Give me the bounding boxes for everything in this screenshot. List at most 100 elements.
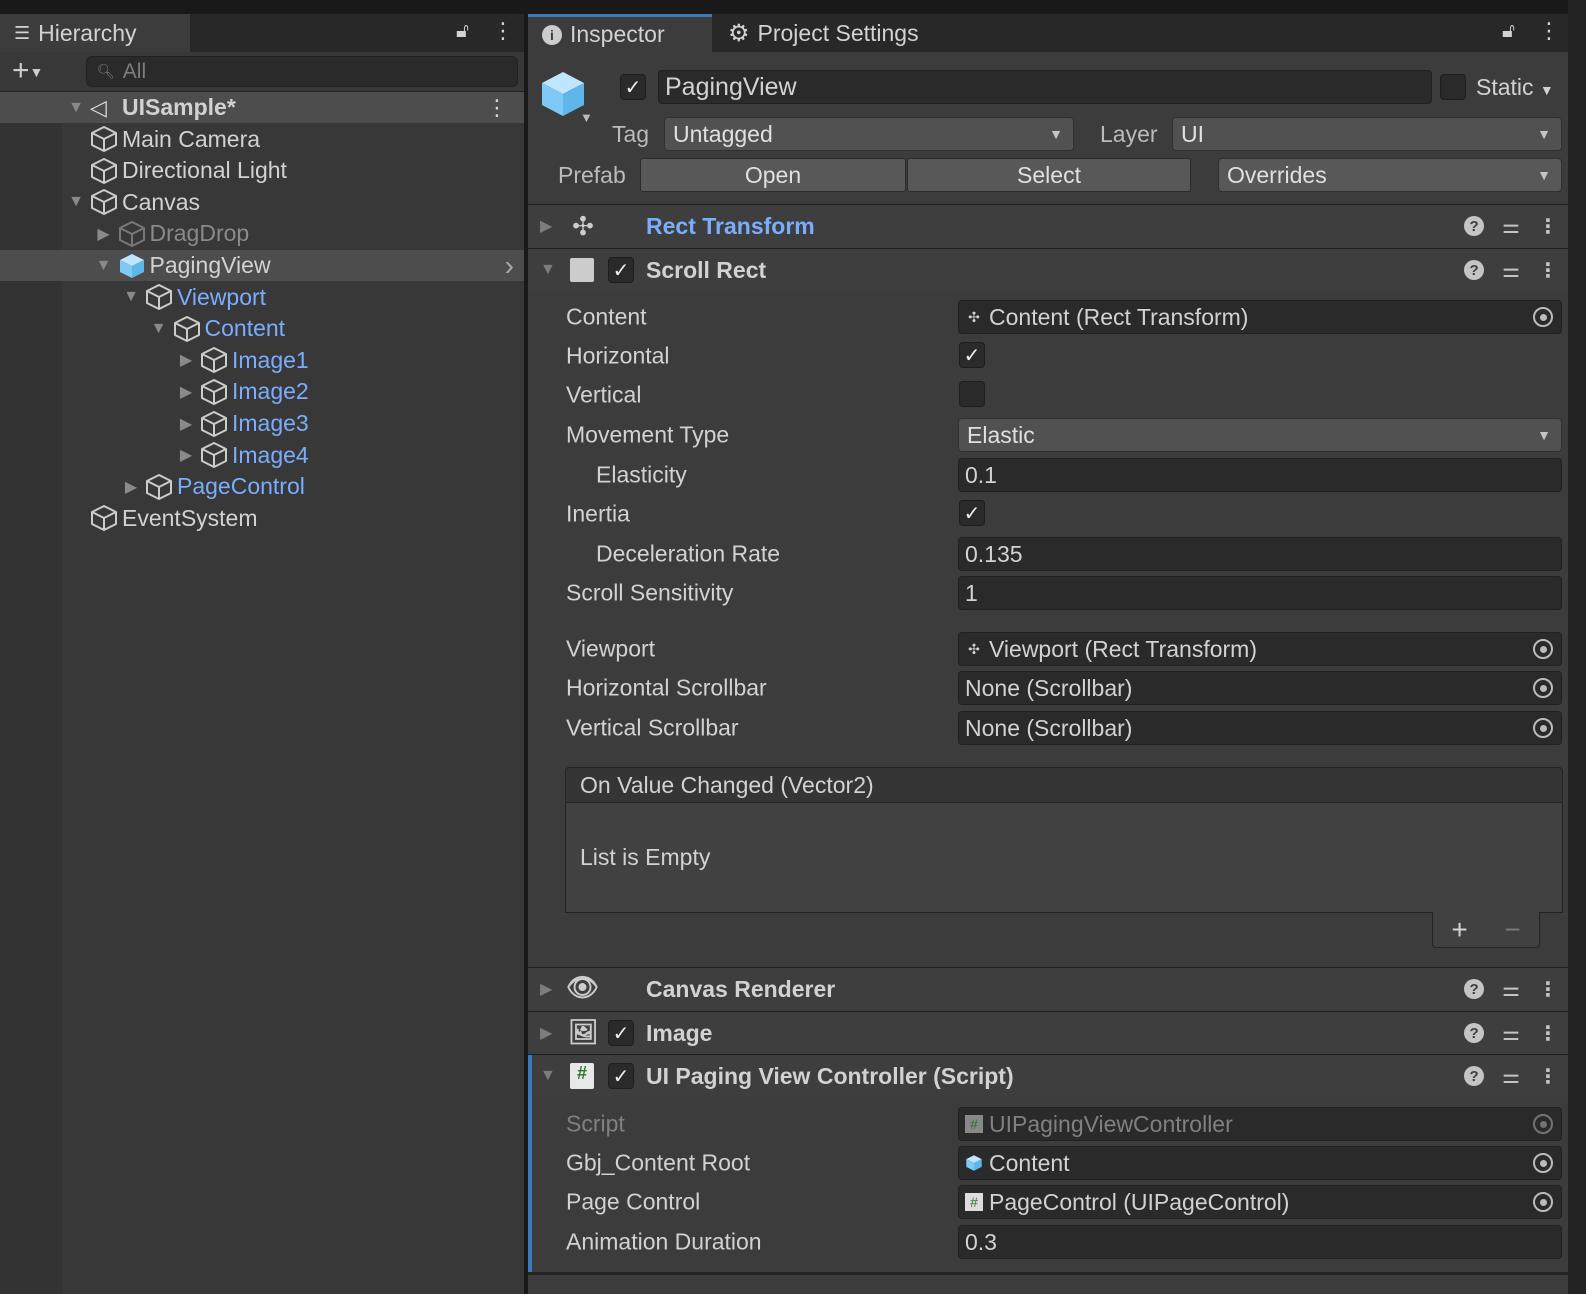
hierarchy-item[interactable]: EventSystem	[0, 503, 524, 534]
hierarchy-search-input[interactable]: 🔍︎ All	[86, 56, 518, 87]
object-name-input[interactable]: PagingView	[658, 70, 1432, 104]
help-icon[interactable]: ?	[1464, 1023, 1485, 1043]
hierarchy-item[interactable]: ▼ Content	[0, 313, 524, 344]
collapse-arrow-icon[interactable]: ▼	[66, 193, 86, 211]
layer-dropdown[interactable]: UI ▼	[1172, 117, 1562, 151]
help-icon[interactable]: ?	[1464, 979, 1485, 999]
hierarchy-item[interactable]: ▼ ◁ UISample* ⋮	[0, 92, 524, 123]
component-paging-view-controller[interactable]: ▼ # ✓ UI Paging View Controller (Script)…	[528, 1054, 1568, 1097]
expand-arrow-icon[interactable]: ▶	[176, 382, 196, 402]
expand-arrow-icon[interactable]: ▶	[94, 224, 114, 244]
help-icon[interactable]: ?	[1464, 1066, 1485, 1086]
enabled-checkbox[interactable]: ✓	[608, 1020, 634, 1046]
collapse-arrow-icon[interactable]: ▼	[540, 261, 556, 279]
movement-type-dropdown[interactable]: Elastic ▼	[958, 418, 1562, 452]
help-icon[interactable]: ?	[1464, 216, 1485, 236]
scroll-sensitivity-input[interactable]: 1	[958, 576, 1562, 610]
hierarchy-item[interactable]: ▶ Image4	[0, 440, 524, 471]
prefab-overrides-dropdown[interactable]: Overrides ▼	[1218, 158, 1562, 192]
lock-icon[interactable]: 🔓︎	[456, 20, 469, 43]
chevron-right-icon[interactable]: ›	[505, 250, 514, 282]
vertical-scrollbar-object-field[interactable]: None (Scrollbar)	[958, 711, 1562, 745]
lock-icon[interactable]: 🔓︎	[1502, 20, 1515, 43]
hierarchy-item[interactable]: ▶ DragDrop	[0, 218, 524, 249]
presets-icon[interactable]: ⚌	[1502, 977, 1520, 1002]
presets-icon[interactable]: ⚌	[1502, 258, 1520, 283]
expand-arrow-icon[interactable]: ▶	[540, 1023, 552, 1043]
tab-project-settings[interactable]: ⚙ Project Settings	[714, 14, 974, 52]
horizontal-scrollbar-object-field[interactable]: None (Scrollbar)	[958, 671, 1562, 705]
create-button[interactable]: +▼	[12, 54, 43, 88]
more-icon[interactable]: ⋮	[492, 18, 514, 44]
help-icon[interactable]: ?	[1464, 260, 1485, 280]
more-icon[interactable]: ⋮	[486, 95, 508, 121]
hierarchy-item[interactable]: ▼ PagingView ›	[0, 250, 524, 281]
collapse-arrow-icon[interactable]: ▼	[66, 99, 86, 117]
gbj-content-root-object-field[interactable]: Content	[958, 1146, 1562, 1180]
component-image[interactable]: ▶ 🖼︎ ✓ Image ? ⚌ ⋮	[528, 1011, 1568, 1054]
hierarchy-item[interactable]: ▶ Image1	[0, 345, 524, 376]
expand-arrow-icon[interactable]: ▶	[540, 979, 552, 999]
enabled-checkbox[interactable]: ✓	[608, 257, 634, 283]
inertia-checkbox[interactable]: ✓	[959, 500, 985, 526]
expand-arrow-icon[interactable]: ▶	[176, 350, 196, 370]
more-icon[interactable]: ⋮	[1538, 977, 1558, 1002]
object-picker-icon[interactable]	[1533, 307, 1553, 327]
hierarchy-item[interactable]: ▶ PageControl	[0, 471, 524, 502]
add-event-button[interactable]: +	[1451, 914, 1467, 946]
more-icon[interactable]: ⋮	[1538, 258, 1558, 283]
object-picker-icon[interactable]	[1533, 678, 1553, 698]
page-control-object-field[interactable]: # PageControl (UIPageControl)	[958, 1185, 1562, 1219]
collapse-arrow-icon[interactable]: ▼	[540, 1067, 556, 1085]
hierarchy-item[interactable]: Directional Light	[0, 155, 524, 186]
more-icon[interactable]: ⋮	[1538, 214, 1558, 239]
tab-inspector[interactable]: i Inspector	[528, 14, 712, 52]
collapse-arrow-icon[interactable]: ▼	[149, 320, 169, 338]
collapse-arrow-icon[interactable]: ▼	[94, 257, 114, 275]
animation-duration-input[interactable]: 0.3	[958, 1225, 1562, 1259]
content-object-field[interactable]: ✣ Content (Rect Transform)	[958, 300, 1562, 334]
static-checkbox[interactable]	[1440, 74, 1466, 100]
property-label: Content	[566, 303, 647, 330]
deceleration-rate-input[interactable]: 0.135	[958, 537, 1562, 571]
static-dropdown[interactable]: Static ▼	[1476, 74, 1554, 101]
presets-icon[interactable]: ⚌	[1502, 214, 1520, 239]
script-object-field[interactable]: # UIPagingViewController	[958, 1107, 1562, 1141]
prefab-open-button[interactable]: Open	[640, 158, 906, 192]
object-picker-icon[interactable]	[1533, 1114, 1553, 1134]
hierarchy-item[interactable]: ▶ Image2	[0, 376, 524, 407]
remove-event-button[interactable]: −	[1504, 914, 1520, 946]
chevron-down-icon[interactable]: ▼	[580, 110, 593, 125]
expand-arrow-icon[interactable]: ▶	[121, 477, 141, 497]
hierarchy-item[interactable]: ▼ Canvas	[0, 187, 524, 218]
viewport-object-field[interactable]: ✣ Viewport (Rect Transform)	[958, 632, 1562, 666]
presets-icon[interactable]: ⚌	[1502, 1021, 1520, 1046]
elasticity-input[interactable]: 0.1	[958, 458, 1562, 492]
object-picker-icon[interactable]	[1533, 1192, 1553, 1212]
expand-arrow-icon[interactable]: ▶	[176, 414, 196, 434]
component-canvas-renderer[interactable]: ▶ 👁︎ Canvas Renderer ? ⚌ ⋮	[528, 967, 1568, 1010]
vertical-checkbox[interactable]	[959, 381, 985, 407]
horizontal-checkbox[interactable]: ✓	[959, 342, 985, 368]
active-checkbox[interactable]: ✓	[620, 74, 646, 100]
hierarchy-item[interactable]: Main Camera	[0, 124, 524, 155]
more-icon[interactable]: ⋮	[1538, 1064, 1558, 1089]
component-scroll-rect[interactable]: ▼ ✓ Scroll Rect ? ⚌ ⋮	[528, 248, 1568, 291]
object-picker-icon[interactable]	[1533, 1153, 1553, 1173]
collapse-arrow-icon[interactable]: ▼	[121, 288, 141, 306]
hierarchy-item[interactable]: ▼ Viewport	[0, 282, 524, 313]
expand-arrow-icon[interactable]: ▶	[540, 216, 552, 236]
tab-hierarchy[interactable]: ☰ Hierarchy	[0, 14, 190, 52]
component-rect-transform[interactable]: ▶ ✣ Rect Transform ? ⚌ ⋮	[528, 204, 1568, 247]
more-icon[interactable]: ⋮	[1538, 18, 1560, 44]
prefab-select-button[interactable]: Select	[907, 158, 1191, 192]
more-icon[interactable]: ⋮	[1538, 1021, 1558, 1046]
presets-icon[interactable]: ⚌	[1502, 1064, 1520, 1089]
object-picker-icon[interactable]	[1533, 718, 1553, 738]
chevron-down-icon: ▼	[1049, 126, 1063, 142]
tag-dropdown[interactable]: Untagged ▼	[664, 117, 1074, 151]
hierarchy-item[interactable]: ▶ Image3	[0, 408, 524, 439]
object-picker-icon[interactable]	[1533, 639, 1553, 659]
enabled-checkbox[interactable]: ✓	[608, 1063, 634, 1089]
expand-arrow-icon[interactable]: ▶	[176, 445, 196, 465]
